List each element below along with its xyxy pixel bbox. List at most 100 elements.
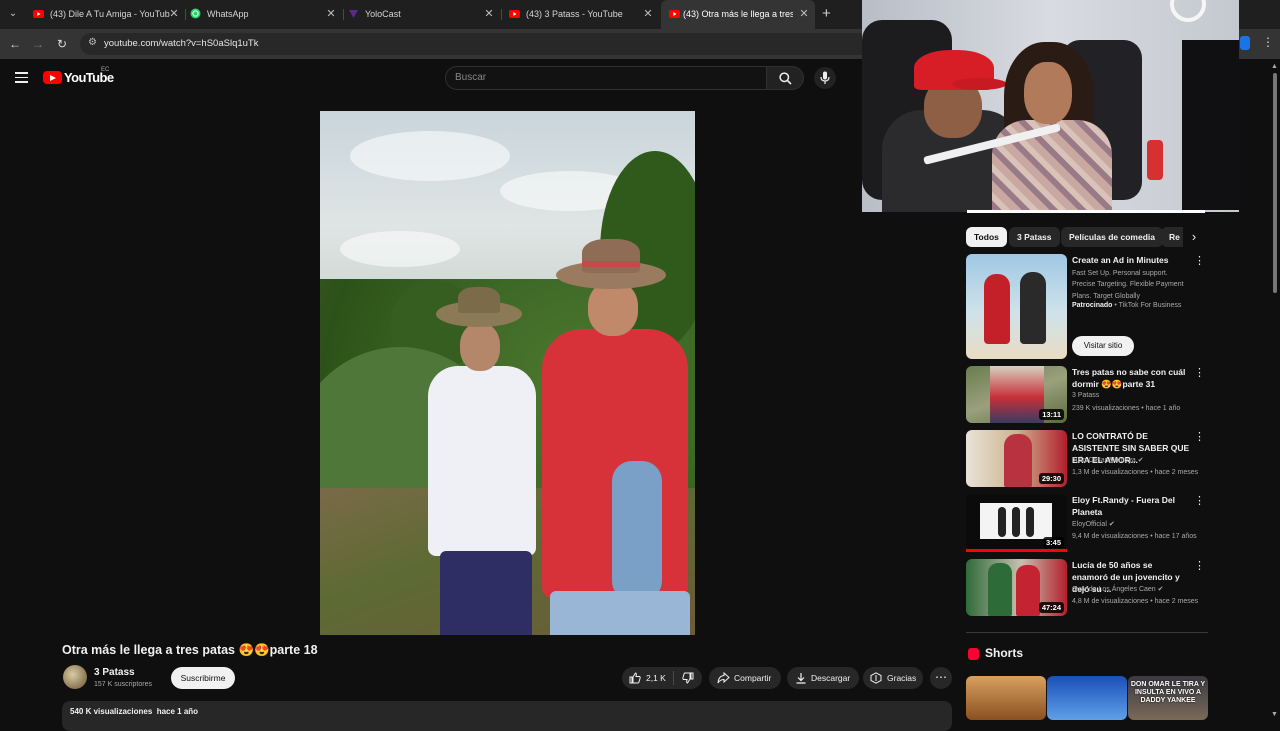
monitor [1182,40,1239,210]
more-options-icon[interactable]: ⋮ [1194,366,1205,379]
like-button[interactable]: 2,1 K [622,667,673,689]
tab-close-icon[interactable]: ✕ [482,0,496,29]
thumbnail-figure [1012,507,1020,537]
upload-age: hace 1 año [156,707,199,716]
thumbs-up-icon [629,672,641,684]
browser-tab-active[interactable]: (43) Otra más le llega a tres pat ✕ [661,0,815,29]
site-info-icon[interactable]: ⚙ [88,37,97,48]
ad-sponsor-line: Patrocinado • TikTok For Business [1072,302,1182,309]
thanks-button[interactable]: Gracias [863,667,923,689]
channel-name[interactable]: 3 Patass [94,667,135,678]
video-thumbnail[interactable]: 47:24 [966,559,1067,616]
download-button[interactable]: Descargar [787,667,859,689]
ad-card[interactable]: Create an Ad in Minutes Fast Set Up. Per… [966,254,1208,359]
recommended-video[interactable]: 47:24 Lucía de 50 años se enamoró de un … [966,559,1208,617]
subscribe-button[interactable]: Suscribirme [171,667,235,689]
video-title[interactable]: Eloy Ft.Randy - Fuera Del Planeta [1072,494,1190,518]
more-options-icon[interactable]: ⋮ [1194,254,1205,267]
thumbs-down-icon[interactable] [682,672,694,684]
chip-todos[interactable]: Todos [966,227,1007,247]
description-box[interactable]: 540 K visualizaciones hace 1 año [62,701,952,731]
channel-name[interactable]: 3 Patass [1072,392,1099,399]
tab-close-icon[interactable]: ✕ [797,0,811,29]
search-placeholder: Buscar [455,72,487,83]
share-label: Compartir [734,673,772,683]
view-count: 540 K visualizaciones [70,707,153,716]
more-actions-icon[interactable]: ⋯ [930,667,952,689]
back-arrow-icon[interactable]: ← [7,36,23,52]
ad-thumbnail[interactable] [966,254,1067,359]
more-options-icon[interactable]: ⋮ [1194,494,1205,507]
tab-search-chevron-icon[interactable]: ⌄ [4,5,22,23]
person-left-face [460,323,500,371]
shorts-icon [968,648,979,660]
tab-title: (43) 3 Patass - YouTube [526,9,623,19]
video-meta: 9,4 M de visualizaciones • hace 17 años [1072,533,1197,540]
browser-menu-icon[interactable]: ⋮ [1262,35,1274,49]
video-duration: 47:24 [1038,602,1064,613]
tab-title: (43) Dile A Tu Amiga - YouTube [50,9,170,19]
ad-model [984,274,1010,344]
page-scrollbar-thumb[interactable] [1273,73,1277,293]
download-icon [796,673,806,684]
video-thumbnail[interactable]: 29:30 [966,430,1067,487]
video-title[interactable]: Tres patas no sabe con cuál dormir 😍😍par… [1072,366,1190,390]
more-options-icon[interactable]: ⋮ [1194,559,1205,572]
more-options-icon[interactable]: ⋮ [1194,430,1205,443]
visit-site-button[interactable]: Visitar sitio [1072,336,1134,356]
youtube-icon [509,10,520,18]
profile-icon[interactable] [1240,36,1250,50]
streamer-woman-face [1024,62,1072,124]
address-bar[interactable]: ⚙ youtube.com/watch?v=hS0aSlq1uTk [80,33,870,55]
whatsapp-icon [190,8,201,19]
search-button[interactable] [766,66,804,90]
chip-3-patass[interactable]: 3 Patass [1009,227,1060,247]
short-thumbnail[interactable]: DON OMAR LE TIRA Y INSULTA EN VIVO A DAD… [1128,676,1208,720]
ad-model [1020,272,1046,344]
browser-tab[interactable]: (43) Dile A Tu Amiga - YouTube ✕ [33,0,181,29]
thumbnail-subject [1016,565,1040,616]
browser-tab[interactable]: (43) 3 Patass - YouTube ✕ [509,0,655,29]
verified-icon: ✔ [1108,521,1115,528]
ad-title[interactable]: Create an Ad in Minutes [1072,254,1190,266]
menu-icon[interactable] [15,72,28,83]
tab-close-icon[interactable]: ✕ [324,0,338,29]
share-button[interactable]: Compartir [709,667,781,689]
browser-tab[interactable]: WhatsApp ✕ [190,0,338,29]
youtube-icon [669,10,680,18]
reload-icon[interactable]: ↻ [54,36,70,52]
recommended-video[interactable]: 3:45 Eloy Ft.Randy - Fuera Del Planeta E… [966,494,1208,552]
video-duration: 13:11 [1039,409,1064,420]
filter-chips: Todos 3 Patass Películas de comedia Re [966,227,1206,249]
forward-arrow-icon[interactable]: → [30,36,46,52]
scroll-down-icon[interactable]: ▼ [1271,711,1278,718]
channel-name[interactable]: Cuando Los Ángeles Caen ✔ [1072,585,1164,593]
video-meta: 1,3 M de visualizaciones • hace 2 meses [1072,469,1199,476]
yolocast-icon [349,10,358,18]
like-divider [673,671,674,685]
verified-icon: ✔ [1157,586,1164,593]
search-input[interactable]: Buscar [445,66,767,90]
recommended-video[interactable]: 29:30 LO CONTRATÓ DE ASISTENTE SIN SABER… [966,430,1208,488]
channel-name[interactable]: Julio Cesar Montoya ✔ [1072,456,1144,464]
tab-close-icon[interactable]: ✕ [641,0,655,29]
browser-tab[interactable]: YoloCast ✕ [348,0,496,29]
url-text: youtube.com/watch?v=hS0aSlq1uTk [104,38,259,49]
channel-name[interactable]: EloyOfficial ✔ [1072,520,1115,528]
video-thumbnail[interactable]: 13:11 [966,366,1067,423]
short-thumbnail[interactable] [966,676,1046,720]
scroll-up-icon[interactable]: ▲ [1271,63,1278,70]
short-thumbnail[interactable] [1047,676,1127,720]
download-label: Descargar [811,673,851,683]
channel-avatar[interactable] [63,665,87,689]
video-thumbnail[interactable]: 3:45 [966,494,1067,551]
video-player[interactable] [320,111,695,635]
chip-peliculas-comedia[interactable]: Películas de comedia [1061,227,1163,247]
voice-search-button[interactable] [814,67,836,89]
chevron-right-icon[interactable]: › [1183,227,1205,249]
tab-close-icon[interactable]: ✕ [167,0,181,29]
recommended-video[interactable]: 13:11 Tres patas no sabe con cuál dormir… [966,366,1208,424]
shorts-heading: Shorts [985,646,1024,660]
thanks-label: Gracias [887,673,917,683]
new-tab-button[interactable]: + [822,3,838,25]
